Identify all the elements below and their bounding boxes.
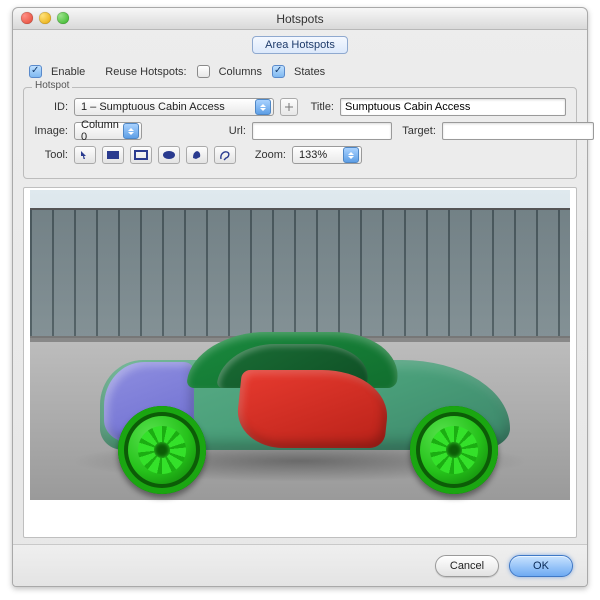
zoom-label: Zoom: xyxy=(250,149,286,161)
enable-checkbox[interactable] xyxy=(29,65,42,78)
url-label: Url: xyxy=(224,125,246,137)
hotspot-canvas[interactable] xyxy=(23,187,577,538)
zoom-select[interactable]: 133% xyxy=(292,146,362,164)
minimize-icon[interactable] xyxy=(39,12,51,24)
states-label: States xyxy=(294,66,325,78)
image-label: Image: xyxy=(34,125,68,137)
canvas-content xyxy=(30,190,570,500)
window-controls xyxy=(21,12,69,24)
window-title: Hotspots xyxy=(276,12,323,26)
stepper-icon xyxy=(123,123,139,139)
tool-rect-outline[interactable] xyxy=(130,146,152,164)
enable-label: Enable xyxy=(51,66,85,78)
id-action-button[interactable] xyxy=(280,98,298,116)
image-select-value: Column 0 xyxy=(81,119,119,143)
dialog-footer: Cancel OK xyxy=(13,544,587,586)
options-row: Enable Reuse Hotspots: Columns States xyxy=(13,58,587,83)
car-illustration xyxy=(70,320,540,480)
columns-checkbox[interactable] xyxy=(197,65,210,78)
hotspots-dialog: Hotspots Area Hotspots Enable Reuse Hots… xyxy=(12,7,588,587)
target-label: Target: xyxy=(398,125,436,137)
tool-polygon[interactable] xyxy=(186,146,208,164)
stepper-icon xyxy=(343,147,359,163)
url-input[interactable] xyxy=(252,122,392,140)
tab-bar: Area Hotspots xyxy=(13,30,587,58)
tool-lasso[interactable] xyxy=(214,146,236,164)
ok-button[interactable]: OK xyxy=(509,555,573,577)
cancel-button[interactable]: Cancel xyxy=(435,555,499,577)
id-label: ID: xyxy=(34,101,68,113)
tool-pointer[interactable] xyxy=(74,146,96,164)
id-select[interactable]: 1 – Sumptuous Cabin Access xyxy=(74,98,274,116)
target-input[interactable] xyxy=(442,122,594,140)
reuse-label: Reuse Hotspots: xyxy=(105,66,186,78)
hotspot-group: Hotspot ID: 1 – Sumptuous Cabin Access T… xyxy=(23,87,577,179)
title-input[interactable] xyxy=(340,98,566,116)
tool-rect-filled[interactable] xyxy=(102,146,124,164)
zoom-value: 133% xyxy=(299,149,339,161)
image-select[interactable]: Column 0 xyxy=(74,122,142,140)
columns-label: Columns xyxy=(219,66,262,78)
stepper-icon xyxy=(255,99,271,115)
tool-buttons xyxy=(74,146,236,164)
titlebar[interactable]: Hotspots xyxy=(13,8,587,30)
id-select-value: 1 – Sumptuous Cabin Access xyxy=(81,101,251,113)
group-label: Hotspot xyxy=(32,80,72,91)
tab-area-hotspots[interactable]: Area Hotspots xyxy=(252,36,348,54)
title-label: Title: xyxy=(304,101,334,113)
states-checkbox[interactable] xyxy=(272,65,285,78)
close-icon[interactable] xyxy=(21,12,33,24)
zoom-icon[interactable] xyxy=(57,12,69,24)
tool-label: Tool: xyxy=(34,149,68,161)
tool-ellipse[interactable] xyxy=(158,146,180,164)
